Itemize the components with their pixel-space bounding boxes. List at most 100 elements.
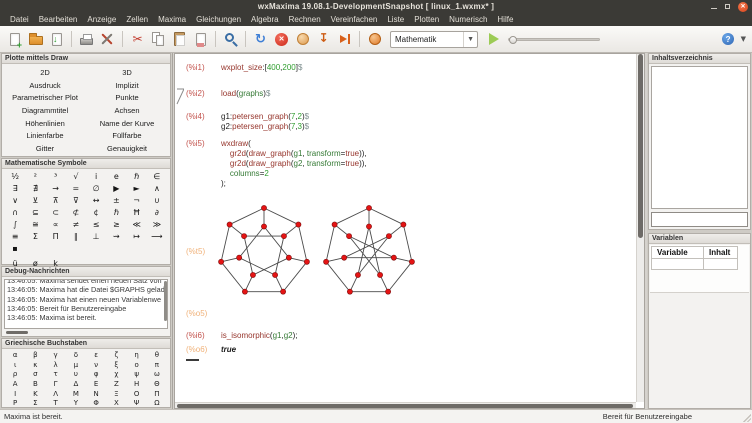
draw-button-2d[interactable]: 2D [4,66,86,79]
greek-letter-button[interactable]: Ν [86,389,106,399]
symbol-button[interactable]: ⊄ [66,206,86,218]
cell-body[interactable]: is_isomorphic(g1,g2); [221,331,298,341]
menu-bearbeiten[interactable]: Bearbeiten [34,15,83,24]
symbol-button[interactable]: ⊽ [66,194,86,206]
symbol-button[interactable]: ⊼ [46,194,66,206]
symbol-button[interactable]: ∩ [5,206,25,218]
slider-thumb[interactable] [509,36,517,44]
worksheet-cell[interactable]: (%i2)load(graphs)$ [175,89,636,99]
draw-button-punkte[interactable]: Punkte [86,91,168,104]
greek-letter-button[interactable]: Ζ [106,379,126,389]
toolbar-overflow-icon[interactable]: ▼ [741,35,746,43]
play-animation-icon[interactable] [484,30,503,49]
symbol-button[interactable]: ≡ [5,230,25,242]
greek-letter-button[interactable]: δ [66,350,86,360]
maximize-icon[interactable] [725,4,730,9]
symbol-button[interactable]: Π [46,230,66,242]
close-icon[interactable]: ✕ [738,2,748,12]
symbol-button[interactable]: ∅ [86,182,106,194]
symbol-button[interactable]: ∧ [147,182,167,194]
greek-letter-button[interactable]: Μ [66,389,86,399]
greek-letter-button[interactable]: Τ [46,398,66,408]
symbol-button[interactable]: ↔ [86,194,106,206]
symbol-button[interactable]: Ħ [127,206,147,218]
menu-liste[interactable]: Liste [382,15,409,24]
save-icon[interactable]: ↓ [47,30,66,49]
evaluate-cell-icon[interactable] [293,30,312,49]
chevron-down-icon[interactable]: ▼ [463,32,477,47]
symbol-button[interactable]: ⟶ [147,230,167,242]
greek-letter-button[interactable]: Ξ [106,389,126,399]
greek-letter-button[interactable]: ρ [5,369,25,379]
worksheet-cell[interactable]: (%i6)is_isomorphic(g1,g2); [175,331,636,341]
help-icon[interactable]: ? [719,30,738,49]
symbol-button[interactable]: ≠ [66,218,86,230]
symbol-button[interactable]: ∫ [5,218,25,230]
worksheet-cell[interactable]: (%o5) [175,309,636,319]
menu-gleichungen[interactable]: Gleichungen [191,15,246,24]
symbol-button[interactable]: ∝ [46,218,66,230]
toc-filter-input[interactable] [651,212,748,227]
abort-evaluation-icon[interactable]: ✕ [272,30,291,49]
greek-letter-button[interactable]: ω [147,369,167,379]
symbol-button[interactable]: ≤ [86,218,106,230]
greek-letter-button[interactable]: β [25,350,45,360]
paste-icon[interactable] [170,30,189,49]
symbol-button[interactable]: ± [106,194,126,206]
minimize-icon[interactable] [711,8,717,9]
symbol-button[interactable]: ∨ [5,194,25,206]
greek-letter-button[interactable]: Δ [66,379,86,389]
symbol-button[interactable]: ⊻ [25,194,45,206]
resize-grip-icon[interactable] [742,413,751,422]
worksheet-cell[interactable]: (%o6)true [175,345,636,355]
menu-datei[interactable]: Datei [5,15,34,24]
greek-letter-button[interactable]: σ [25,369,45,379]
symbol-button[interactable]: ⇝ [106,230,126,242]
cell-body[interactable]: g1:petersen_graph(7,2)$g2:petersen_graph… [221,112,309,132]
draw-button-parametrischer-plot[interactable]: Parametrischer Plot [4,91,86,104]
cell-type-select[interactable]: Mathematik ▼ [390,31,478,48]
cell-body[interactable] [216,202,421,302]
greek-letter-button[interactable]: θ [147,350,167,360]
restart-icon[interactable] [365,30,384,49]
recalculate-icon[interactable]: ↻ [251,30,270,49]
greek-letter-button[interactable]: Ε [86,379,106,389]
menu-plotten[interactable]: Plotten [409,15,444,24]
toc-list[interactable] [651,66,748,209]
greek-letter-button[interactable]: υ [66,369,86,379]
draw-button-achsen[interactable]: Achsen [86,104,168,117]
symbol-button[interactable]: i [86,170,106,182]
symbol-button[interactable]: Σ [25,230,45,242]
symbol-button[interactable]: ⊆ [25,206,45,218]
menu-hilfe[interactable]: Hilfe [492,15,518,24]
draw-button-diagrammtitel[interactable]: Diagrammtitel [4,104,86,117]
greek-letter-button[interactable]: ε [86,350,106,360]
greek-letter-button[interactable]: χ [106,369,126,379]
new-document-icon[interactable]: + [5,30,24,49]
draw-button-füllfarbe[interactable]: Füllfarbe [86,129,168,142]
greek-letter-button[interactable]: Θ [147,379,167,389]
vertical-scrollbar-thumb[interactable] [638,54,643,238]
draw-button-genauigkeit[interactable]: Genauigkeit [86,142,168,155]
menu-rechnen[interactable]: Rechnen [284,15,326,24]
symbol-button[interactable]: = [66,182,86,194]
symbol-button[interactable]: ½ [5,170,25,182]
menu-vereinfachen[interactable]: Vereinfachen [326,15,383,24]
symbol-button[interactable]: ≥ [106,218,126,230]
symbol-button[interactable]: e [106,170,126,182]
greek-letter-button[interactable]: λ [46,360,66,370]
evaluate-all-icon[interactable]: ↧ [314,30,333,49]
greek-letter-button[interactable]: Ρ [5,398,25,408]
worksheet-vertical-scrollbar[interactable] [636,54,644,402]
greek-letter-button[interactable]: μ [66,360,86,370]
greek-letter-button[interactable]: α [5,350,25,360]
symbol-button[interactable]: ∈ [147,170,167,182]
greek-letter-button[interactable]: ξ [106,360,126,370]
symbol-button[interactable]: ⊂ [46,206,66,218]
greek-letter-button[interactable]: γ [46,350,66,360]
symbol-button[interactable]: ≫ [147,218,167,230]
draw-button-ausdruck[interactable]: Ausdruck [4,79,86,92]
worksheet-cell[interactable]: (%i1)wxplot_size:[400,200]$ [175,63,636,73]
symbol-button[interactable]: ¬ [127,194,147,206]
draw-button-3d[interactable]: 3D [86,66,168,79]
